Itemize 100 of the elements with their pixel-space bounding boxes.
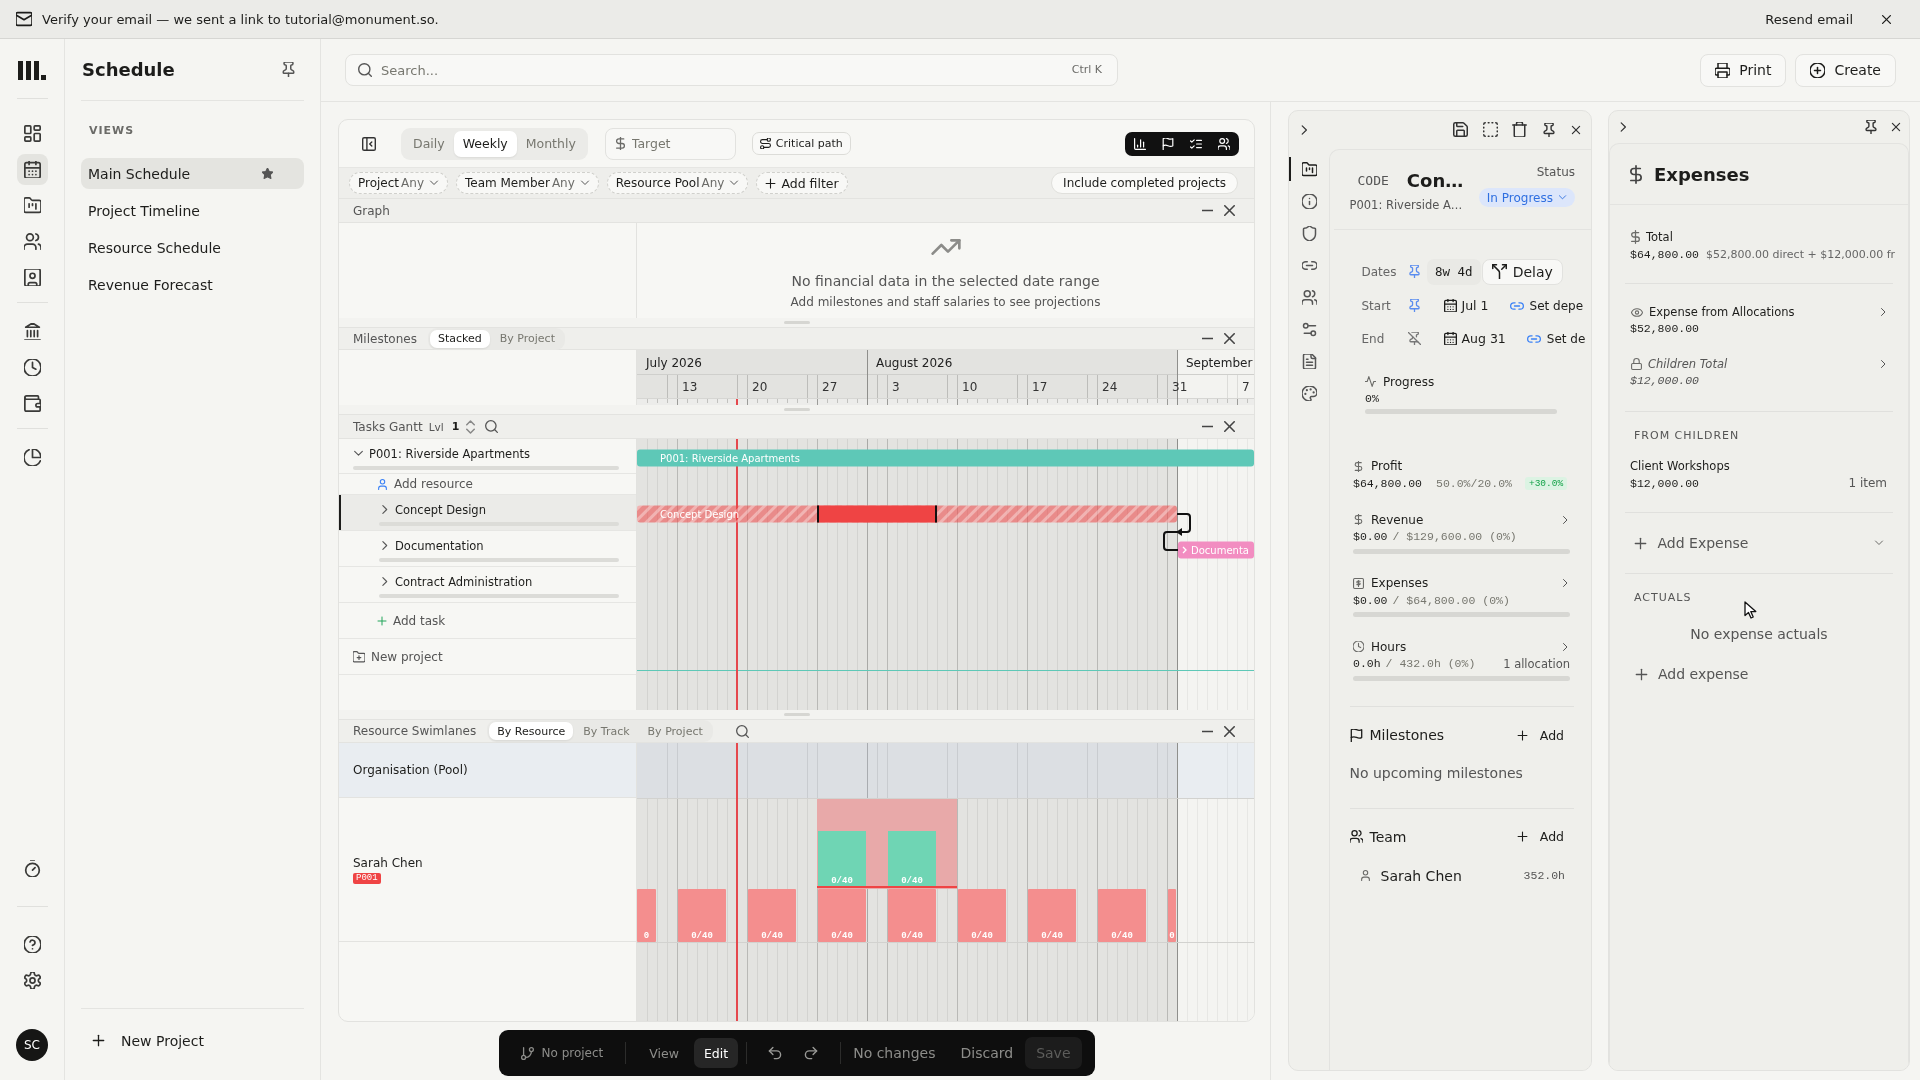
- checklist-icon[interactable]: [1190, 137, 1202, 150]
- chevron-right-icon[interactable]: [1560, 641, 1570, 652]
- week-label: 10: [962, 380, 978, 394]
- nav-button[interactable]: [16, 153, 48, 185]
- critical-path-button[interactable]: Critical path: [751, 132, 851, 155]
- set-dependency-link[interactable]: Set depe: [1509, 298, 1584, 313]
- section-title: Tasks Gantt: [353, 419, 423, 434]
- duration-field[interactable]: 8w 4d: [1427, 258, 1481, 285]
- project-row[interactable]: P001: Riverside Apartments: [339, 439, 636, 474]
- chevron-right-icon[interactable]: [1560, 578, 1570, 588]
- add-expense-button[interactable]: Add expense: [1634, 666, 1749, 682]
- close-icon[interactable]: [1880, 12, 1893, 26]
- stepper-icon[interactable]: [466, 419, 476, 434]
- date-picker-button[interactable]: Aug 31: [1443, 331, 1506, 346]
- pin-icon[interactable]: [281, 62, 296, 77]
- chevron-right-icon[interactable]: [1878, 359, 1888, 369]
- link-icon: [1526, 334, 1541, 343]
- block-label: 0: [1169, 931, 1175, 941]
- add-resource-button[interactable]: Add resource: [377, 477, 473, 491]
- branch-icon: [520, 1046, 534, 1060]
- new-project-button[interactable]: New project: [353, 649, 443, 664]
- print-button[interactable]: Print: [1700, 53, 1787, 87]
- user-avatar[interactable]: SC: [16, 1029, 48, 1061]
- undo-icon[interactable]: [768, 1046, 783, 1060]
- add-member-button[interactable]: Add: [1516, 829, 1564, 844]
- pin-icon[interactable]: [1863, 120, 1878, 134]
- close-icon[interactable]: [1570, 123, 1582, 136]
- trash-icon[interactable]: [1512, 122, 1527, 138]
- mode-tab[interactable]: By Project: [491, 329, 563, 348]
- redo-icon[interactable]: [804, 1046, 819, 1060]
- block-label: 0/40: [691, 931, 713, 941]
- view-item[interactable]: Project Timeline: [81, 195, 304, 226]
- add-milestone-button[interactable]: Add: [1516, 727, 1564, 743]
- mouse-pointer-icon: [1744, 601, 1757, 619]
- resend-email-link[interactable]: Resend email: [1765, 11, 1853, 27]
- timer-icon: [23, 859, 41, 877]
- close-icon[interactable]: [1224, 333, 1235, 344]
- sidebar-toggle-icon[interactable]: [362, 136, 376, 151]
- project-name: P001: Riverside Apartments: [369, 446, 530, 461]
- folder-chart-icon: [1301, 161, 1317, 177]
- chevron-right-icon[interactable]: [1878, 307, 1888, 317]
- task-row[interactable]: Contract Administration: [339, 567, 636, 603]
- view-item[interactable]: Main Schedule: [81, 158, 304, 189]
- save-icon[interactable]: [1453, 122, 1468, 138]
- chevron-right-icon[interactable]: [379, 504, 390, 515]
- date-picker-button[interactable]: Jul 1: [1443, 298, 1489, 313]
- new-project-button[interactable]: New Project: [81, 1032, 204, 1049]
- metric-label: Hours: [1371, 639, 1407, 654]
- view-item[interactable]: Resource Schedule: [81, 232, 304, 263]
- star-icon[interactable]: [262, 168, 273, 179]
- status-dropdown[interactable]: In Progress: [1478, 188, 1575, 207]
- add-task-button[interactable]: Add task: [377, 613, 446, 628]
- add-expense-button[interactable]: Add Expense: [1634, 535, 1749, 551]
- block-label: 0/40: [901, 931, 923, 941]
- view-item[interactable]: Revenue Forecast: [81, 269, 304, 300]
- search-icon: [358, 63, 372, 77]
- palette-icon: [1301, 385, 1317, 401]
- discard-button[interactable]: Discard: [960, 1045, 1014, 1061]
- project-tag: P001: [353, 872, 381, 884]
- delay-button[interactable]: Delay: [1481, 258, 1563, 285]
- mode-tab[interactable]: By Resource: [489, 722, 574, 740]
- expense-source-amount: $52,800.00: [1630, 322, 1699, 336]
- close-icon[interactable]: [1224, 205, 1235, 216]
- chevron-right-icon[interactable]: [379, 540, 390, 551]
- create-button[interactable]: Create: [1795, 53, 1896, 87]
- people-icon[interactable]: [1218, 137, 1230, 150]
- task-row[interactable]: Concept Design: [339, 495, 636, 531]
- dashed-square-icon[interactable]: [1482, 122, 1498, 138]
- filter-chip[interactable]: Team Member Any: [456, 172, 599, 194]
- bar-chart-icon[interactable]: [1134, 137, 1146, 150]
- project-branch-button[interactable]: No project: [520, 1046, 604, 1060]
- person-icon: [377, 478, 388, 490]
- mode-tab[interactable]: View: [639, 1038, 689, 1068]
- task-name: Contract Administration: [395, 574, 533, 589]
- chevron-down-icon[interactable]: [353, 448, 364, 459]
- flag-icon[interactable]: [1162, 137, 1174, 150]
- scale-tab[interactable]: Monthly: [516, 130, 585, 157]
- chevron-right-icon[interactable]: [1560, 514, 1570, 525]
- close-icon[interactable]: [1890, 121, 1902, 133]
- task-row[interactable]: Documentation: [339, 531, 636, 567]
- add-filter-button[interactable]: Add filter: [756, 172, 848, 194]
- level-value[interactable]: 1: [451, 420, 460, 433]
- block-label: 0/40: [1111, 931, 1133, 941]
- search-icon[interactable]: [485, 420, 499, 433]
- trend-up-icon: [930, 239, 961, 255]
- scale-tab[interactable]: Weekly: [453, 130, 517, 157]
- pin-off-icon[interactable]: [1407, 332, 1421, 345]
- set-dependency-link[interactable]: Set de: [1526, 331, 1586, 346]
- scale-tab[interactable]: Daily: [404, 130, 454, 157]
- mode-tab[interactable]: By Track: [575, 722, 638, 740]
- logo-icon[interactable]: [18, 61, 46, 80]
- filter-chip[interactable]: Resource Pool Any: [606, 172, 749, 194]
- include-completed-toggle[interactable]: Include completed projects: [1051, 172, 1238, 194]
- filter-chip[interactable]: Project Any: [349, 172, 448, 194]
- target-field[interactable]: Target: [604, 127, 736, 160]
- pin-icon[interactable]: [1541, 122, 1556, 137]
- mode-tab[interactable]: Stacked: [429, 329, 490, 348]
- block-label: 0/40: [761, 931, 783, 941]
- mode-tab[interactable]: Edit: [693, 1038, 739, 1068]
- chevron-right-icon[interactable]: [379, 576, 390, 587]
